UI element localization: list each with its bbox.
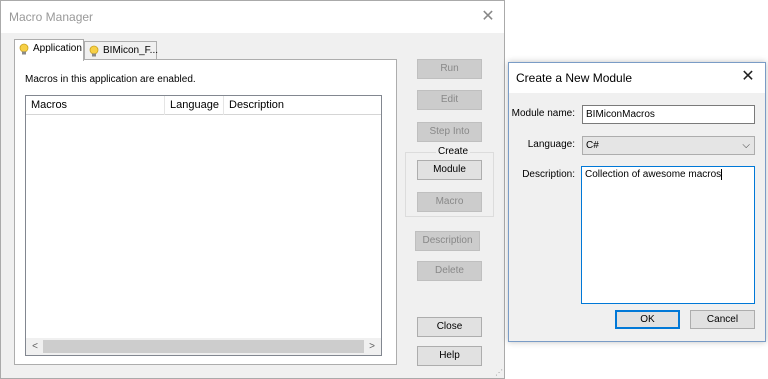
list-header: Macros Language Description bbox=[26, 96, 381, 115]
scrollbar-thumb[interactable] bbox=[43, 340, 364, 353]
description-text: Collection of awesome macros bbox=[585, 169, 722, 181]
tab-panel: Macros in this application are enabled. … bbox=[14, 59, 397, 365]
description-textarea[interactable]: Collection of awesome macros bbox=[581, 166, 755, 304]
scroll-left-icon[interactable]: < bbox=[28, 339, 42, 354]
text-caret bbox=[721, 169, 723, 180]
tab-bimicon[interactable]: BIMicon_F... bbox=[84, 41, 159, 61]
column-header-macros[interactable]: Macros bbox=[26, 96, 165, 115]
description-label: Description: bbox=[522, 169, 575, 180]
macro-manager-titlebar: Macro Manager ✕ bbox=[1, 1, 504, 33]
close-button[interactable]: Close bbox=[417, 317, 482, 337]
help-button[interactable]: Help bbox=[417, 346, 482, 366]
lightbulb-icon bbox=[19, 43, 29, 63]
step-into-button[interactable]: Step Into bbox=[417, 122, 482, 142]
tab-label: Application bbox=[33, 43, 82, 54]
language-select[interactable]: C# ⌵ bbox=[582, 136, 755, 155]
module-button[interactable]: Module bbox=[417, 160, 482, 180]
macro-button[interactable]: Macro bbox=[417, 192, 482, 212]
column-header-description[interactable]: Description bbox=[224, 96, 381, 115]
status-message: Macros in this application are enabled. bbox=[25, 74, 196, 85]
description-button[interactable]: Description bbox=[415, 231, 480, 251]
horizontal-scrollbar[interactable]: < > bbox=[26, 338, 381, 355]
module-name-field[interactable]: BIMiconMacros bbox=[582, 105, 755, 124]
cancel-button[interactable]: Cancel bbox=[690, 310, 755, 329]
resize-grip-icon[interactable]: ⋰ bbox=[495, 368, 503, 377]
dialog-titlebar: Create a New Module ✕ bbox=[509, 63, 765, 93]
create-module-dialog: Create a New Module ✕ Module name: BIMic… bbox=[508, 62, 766, 342]
delete-button[interactable]: Delete bbox=[417, 261, 482, 281]
tab-label: BIMicon_F... bbox=[103, 45, 159, 56]
edit-button[interactable]: Edit bbox=[417, 90, 482, 110]
close-icon[interactable]: ✕ bbox=[739, 68, 757, 86]
module-name-label: Module name: bbox=[511, 108, 575, 119]
ok-button[interactable]: OK bbox=[615, 310, 680, 329]
macro-manager-window: Macro Manager ✕ Application BIMicon_F...… bbox=[0, 0, 505, 379]
dialog-title: Create a New Module bbox=[516, 71, 633, 85]
close-icon[interactable]: ✕ bbox=[479, 8, 497, 26]
scroll-right-icon[interactable]: > bbox=[365, 339, 379, 354]
chevron-down-icon: ⌵ bbox=[742, 140, 750, 151]
language-value: C# bbox=[586, 140, 599, 151]
tab-application[interactable]: Application bbox=[14, 39, 84, 61]
language-label: Language: bbox=[527, 139, 575, 150]
column-header-language[interactable]: Language bbox=[165, 96, 224, 115]
create-group-label: Create bbox=[436, 146, 471, 157]
run-button[interactable]: Run bbox=[417, 59, 482, 79]
window-title: Macro Manager bbox=[9, 10, 94, 24]
macro-list[interactable]: Macros Language Description < > bbox=[25, 95, 382, 356]
